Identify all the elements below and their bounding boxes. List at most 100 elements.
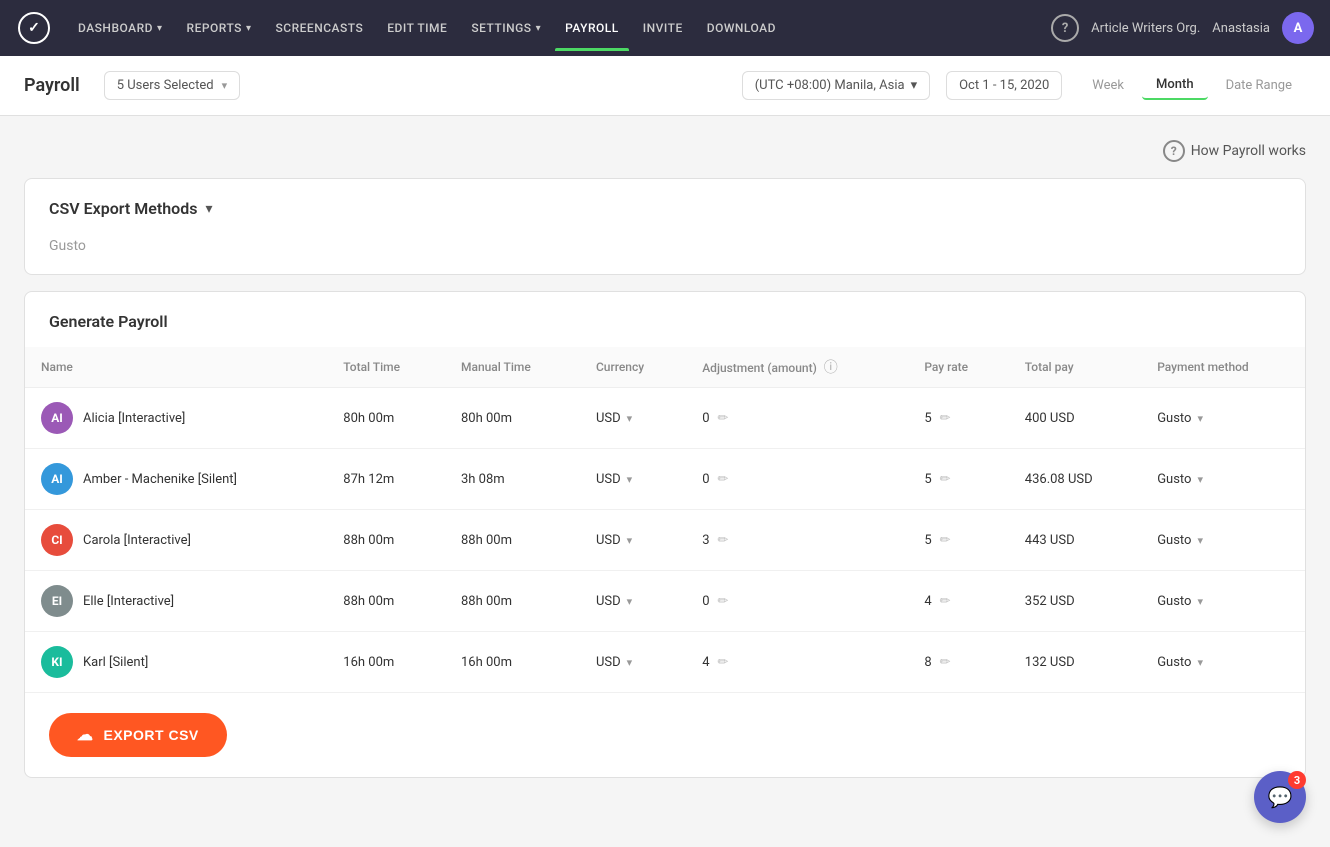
page-title: Payroll (24, 75, 80, 96)
user-name[interactable]: Anastasia (1212, 21, 1270, 36)
cell-payment-method: Gusto ▾ (1141, 632, 1305, 693)
col-name: Name (25, 347, 327, 388)
chevron-down-icon[interactable]: ▾ (1197, 473, 1203, 486)
chevron-down-icon: ▾ (157, 23, 163, 34)
org-name[interactable]: Article Writers Org. (1091, 21, 1200, 36)
nav-item-dashboard[interactable]: DASHBOARD ▾ (68, 15, 173, 41)
csv-export-body: Gusto (25, 238, 1305, 274)
view-option-date-range[interactable]: Date Range (1212, 72, 1306, 99)
table-row: EI Elle [Interactive] 88h 00m 88h 00m US… (25, 571, 1305, 632)
navbar: ✓ DASHBOARD ▾ REPORTS ▾ SCREENCASTS EDIT… (0, 0, 1330, 56)
cell-currency: USD ▾ (580, 388, 686, 449)
chat-badge: 3 (1288, 771, 1306, 789)
cell-adjustment: 0 ✏ (686, 571, 908, 632)
cell-currency: USD ▾ (580, 571, 686, 632)
edit-icon[interactable]: ✏ (718, 533, 729, 548)
cell-manual-time: 16h 00m (445, 632, 580, 693)
nav-item-edit-time[interactable]: EDIT TIME (377, 15, 457, 41)
user-avatar: AI (41, 402, 73, 434)
nav-item-settings[interactable]: SETTINGS ▾ (461, 15, 551, 41)
csv-export-header[interactable]: CSV Export Methods ▾ (25, 179, 1305, 238)
cell-total-time: 88h 00m (327, 571, 445, 632)
user-avatar: KI (41, 646, 73, 678)
cell-payment-method: Gusto ▾ (1141, 510, 1305, 571)
cell-manual-time: 80h 00m (445, 388, 580, 449)
edit-icon[interactable]: ✏ (718, 655, 729, 670)
edit-icon[interactable]: ✏ (940, 655, 951, 670)
chevron-down-icon[interactable]: ▾ (627, 656, 633, 669)
view-option-week[interactable]: Week (1078, 72, 1138, 99)
user-name: Amber - Machenike [Silent] (83, 472, 237, 487)
csv-export-subtitle: Gusto (49, 238, 86, 254)
cell-currency: USD ▾ (580, 632, 686, 693)
nav-item-download[interactable]: DOWNLOAD (697, 15, 786, 41)
chat-icon: 💬 (1268, 785, 1293, 809)
edit-icon[interactable]: ✏ (940, 594, 951, 609)
cell-payment-method: Gusto ▾ (1141, 388, 1305, 449)
nav-item-screencasts[interactable]: SCREENCASTS (265, 15, 373, 41)
cell-pay-rate: 8 ✏ (908, 632, 1008, 693)
user-avatar[interactable]: A (1282, 12, 1314, 44)
chat-bubble[interactable]: 💬 3 (1254, 771, 1306, 823)
edit-icon[interactable]: ✏ (940, 533, 951, 548)
payroll-table: Name Total Time Manual Time Currency Adj… (25, 347, 1305, 692)
user-name: Karl [Silent] (83, 655, 148, 670)
edit-icon[interactable]: ✏ (718, 472, 729, 487)
edit-icon[interactable]: ✏ (718, 411, 729, 426)
cell-pay-rate: 5 ✏ (908, 388, 1008, 449)
cell-manual-time: 3h 08m (445, 449, 580, 510)
cell-adjustment: 4 ✏ (686, 632, 908, 693)
chevron-down-icon: ▾ (536, 23, 542, 34)
how-payroll-link[interactable]: How Payroll works (1191, 143, 1306, 159)
edit-icon[interactable]: ✏ (940, 472, 951, 487)
cell-total-pay: 132 USD (1009, 632, 1141, 693)
chevron-down-icon[interactable]: ▾ (627, 534, 633, 547)
nav-item-invite[interactable]: INVITE (633, 15, 693, 41)
chevron-down-icon[interactable]: ▾ (1197, 412, 1203, 425)
cell-total-pay: 352 USD (1009, 571, 1141, 632)
cell-pay-rate: 5 ✏ (908, 510, 1008, 571)
users-selector[interactable]: 5 Users Selected ▾ (104, 71, 240, 100)
chevron-down-icon[interactable]: ▾ (627, 473, 633, 486)
logo-check-icon: ✓ (28, 20, 40, 36)
col-pay-rate: Pay rate (908, 347, 1008, 388)
export-csv-button[interactable]: ☁ EXPORT CSV (49, 713, 227, 757)
nav-item-payroll[interactable]: PAYROLL (555, 15, 629, 41)
chevron-down-icon[interactable]: ▾ (1197, 656, 1203, 669)
col-adjustment: Adjustment (amount) ⓘ (686, 347, 908, 388)
cell-total-pay: 443 USD (1009, 510, 1141, 571)
edit-icon[interactable]: ✏ (718, 594, 729, 609)
chevron-down-icon[interactable]: ▾ (627, 595, 633, 608)
user-avatar: AI (41, 463, 73, 495)
timezone-selector[interactable]: (UTC +08:00) Manila, Asia ▾ (742, 71, 930, 100)
date-range: Oct 1 - 15, 2020 (946, 71, 1062, 100)
cell-pay-rate: 5 ✏ (908, 449, 1008, 510)
app-logo[interactable]: ✓ (16, 10, 52, 46)
user-name: Alicia [Interactive] (83, 411, 185, 426)
chevron-down-icon[interactable]: ▾ (1197, 534, 1203, 547)
help-button[interactable]: ? (1051, 14, 1079, 42)
user-avatar: EI (41, 585, 73, 617)
cell-adjustment: 0 ✏ (686, 388, 908, 449)
col-currency: Currency (580, 347, 686, 388)
export-footer: ☁ EXPORT CSV (25, 692, 1305, 777)
chevron-down-icon: ▾ (205, 201, 212, 217)
chevron-down-icon[interactable]: ▾ (1197, 595, 1203, 608)
cell-total-pay: 400 USD (1009, 388, 1141, 449)
cell-total-time: 16h 00m (327, 632, 445, 693)
chevron-down-icon: ▾ (911, 78, 918, 93)
cell-manual-time: 88h 00m (445, 510, 580, 571)
edit-icon[interactable]: ✏ (940, 411, 951, 426)
chevron-down-icon[interactable]: ▾ (627, 412, 633, 425)
cell-adjustment: 3 ✏ (686, 510, 908, 571)
nav-item-reports[interactable]: REPORTS ▾ (177, 15, 262, 41)
cell-currency: USD ▾ (580, 510, 686, 571)
chevron-down-icon: ▾ (246, 23, 252, 34)
view-option-month[interactable]: Month (1142, 71, 1208, 100)
cell-total-time: 87h 12m (327, 449, 445, 510)
cell-name: EI Elle [Interactive] (25, 571, 327, 632)
how-payroll-section: ? How Payroll works (24, 140, 1306, 162)
cell-adjustment: 0 ✏ (686, 449, 908, 510)
cell-currency: USD ▾ (580, 449, 686, 510)
how-payroll-icon: ? (1163, 140, 1185, 162)
